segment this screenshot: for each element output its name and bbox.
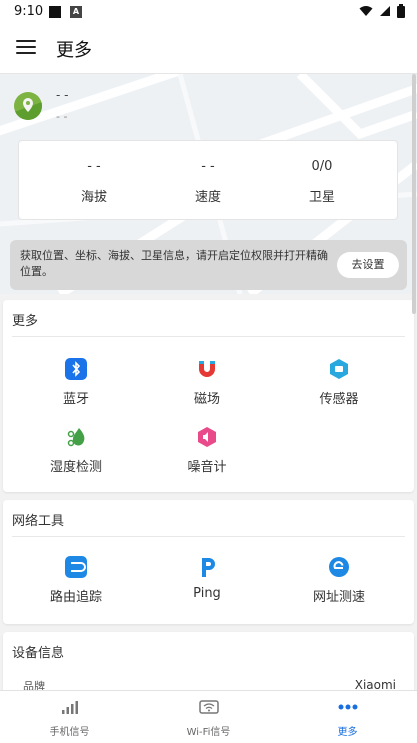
section-title: 网络工具 <box>12 514 65 529</box>
stat-satellite: 0/0 卫星 <box>272 159 372 205</box>
divider <box>12 336 405 337</box>
tool-label: 磁场 <box>193 392 220 407</box>
ping-icon <box>196 556 218 578</box>
tool-label: 传感器 <box>319 392 359 407</box>
noise-icon <box>196 426 218 448</box>
signal-bars-icon <box>61 701 78 714</box>
stat-label: 速度 <box>194 190 221 205</box>
tool-bluetooth[interactable]: 蓝牙 <box>16 358 136 407</box>
nav-item-phone-signal[interactable]: 手机信号 <box>0 699 139 738</box>
tool-magnetic[interactable]: 磁场 <box>147 358 267 407</box>
nav-label: Wi-Fi信号 <box>186 727 231 738</box>
status-icons <box>359 4 405 18</box>
network-tools-card: 网络工具 路由追踪 Ping 网址测速 <box>3 500 414 624</box>
status-bar: 9:10 A <box>0 0 417 24</box>
brand-label: 品牌 <box>23 680 45 690</box>
menu-icon[interactable] <box>16 40 36 54</box>
tool-label: 网址测速 <box>312 590 365 605</box>
nav-label: 更多 <box>337 727 358 738</box>
section-title: 设备信息 <box>12 646 65 661</box>
map-background: - - - - - - 海拔 - - 速度 0/0 卫星 获取位置、坐标、海拔、… <box>0 74 417 294</box>
humidity-icon <box>65 426 87 448</box>
divider <box>12 536 405 537</box>
tool-label: 噪音计 <box>187 460 227 475</box>
nav-label: 手机信号 <box>49 727 90 738</box>
stat-value: 0/0 <box>311 159 333 174</box>
scrollbar[interactable] <box>412 74 416 314</box>
route-icon <box>65 556 87 578</box>
tool-label: 湿度检测 <box>49 460 102 475</box>
tool-label: Ping <box>193 586 221 601</box>
app-bar: 更多 <box>0 24 417 74</box>
gps-stats-card: - - 海拔 - - 速度 0/0 卫星 <box>18 140 398 220</box>
notification-badge: A <box>70 6 82 18</box>
page-title: 更多 <box>56 40 92 61</box>
stat-value: - - <box>201 159 215 174</box>
location-icon <box>14 92 42 120</box>
stat-label: 卫星 <box>308 190 335 205</box>
nav-item-wifi-signal[interactable]: Wi-Fi信号 <box>139 699 278 738</box>
location-name: - - <box>56 88 69 102</box>
device-info-card: 设备信息 品牌 Xiaomi <box>3 632 414 690</box>
permission-text: 获取位置、坐标、海拔、卫星信息，请开启定位权限并打开精确位置。 <box>20 249 328 278</box>
bottom-nav: 手机信号 Wi-Fi信号 更多 <box>0 690 417 743</box>
magnet-icon <box>196 358 218 380</box>
section-title: 更多 <box>12 314 39 329</box>
tool-label: 蓝牙 <box>62 392 89 407</box>
speedtest-icon <box>328 556 350 578</box>
bluetooth-icon <box>65 358 87 380</box>
status-time: 9:10 <box>14 4 44 19</box>
more-tools-card: 更多 蓝牙 磁场 传感器 湿度检测 噪音计 <box>3 300 414 492</box>
nav-item-more[interactable]: 更多 <box>278 699 417 738</box>
tool-humidity[interactable]: 湿度检测 <box>16 426 136 475</box>
go-settings-button[interactable]: 去设置 <box>337 252 399 278</box>
stat-altitude: - - 海拔 <box>44 159 144 205</box>
brand-value: Xiaomi <box>354 678 396 690</box>
stat-label: 海拔 <box>80 190 107 205</box>
tool-route-trace[interactable]: 路由追踪 <box>16 556 136 605</box>
stat-value: - - <box>87 159 101 174</box>
tool-label: 路由追踪 <box>49 590 102 605</box>
permission-banner: 获取位置、坐标、海拔、卫星信息，请开启定位权限并打开精确位置。 去设置 <box>10 240 407 290</box>
battery-icon <box>397 4 405 18</box>
location-subtitle: - - <box>56 110 68 123</box>
more-dots-icon <box>338 704 357 710</box>
tool-ping[interactable]: Ping <box>147 556 267 601</box>
wifi-icon <box>198 700 219 714</box>
wifi-status-icon <box>359 6 373 16</box>
tool-sensor[interactable]: 传感器 <box>279 358 399 407</box>
sensor-icon <box>328 358 350 380</box>
stat-speed: - - 速度 <box>158 159 258 205</box>
notification-icon <box>49 6 61 18</box>
content-scroll[interactable]: - - - - - - 海拔 - - 速度 0/0 卫星 获取位置、坐标、海拔、… <box>0 74 417 690</box>
tool-noise[interactable]: 噪音计 <box>147 426 267 475</box>
cell-signal-icon <box>380 6 390 16</box>
tool-url-speed[interactable]: 网址测速 <box>279 556 399 605</box>
